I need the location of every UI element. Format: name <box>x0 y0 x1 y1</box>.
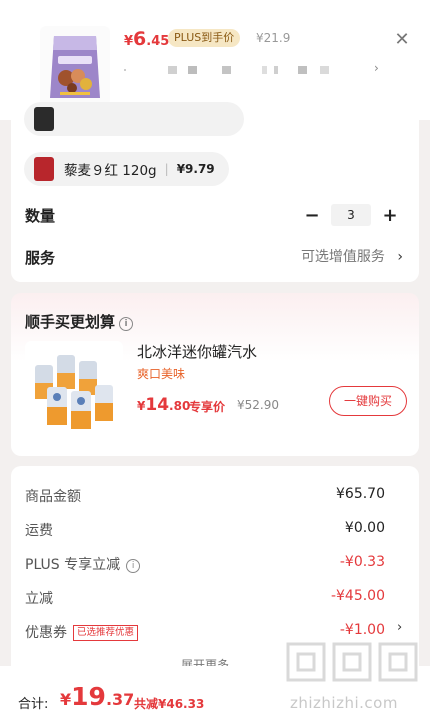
plus-price-badge: PLUS到手价 <box>168 29 241 47</box>
summary-row-coupon[interactable]: 优惠券 已选推荐优惠 -¥1.00 <box>25 622 385 642</box>
quantity-stepper: − 3 + <box>301 204 401 226</box>
price-decimal: .45 <box>146 34 170 49</box>
addon-price-integer: 14 <box>145 395 170 415</box>
total-saved: 共减¥46.33 <box>134 697 205 711</box>
summary-row-plus-discount: PLUS 专享立减 i -¥0.33 <box>25 554 385 574</box>
addon-title-text: 顺手买更划算 <box>25 313 116 331</box>
one-click-buy-button[interactable]: 一键购买 <box>329 386 407 416</box>
addon-price-decimal: .80 <box>169 399 191 413</box>
spec-option[interactable]: 藜麦９红 120g | ¥9.79 <box>24 152 229 186</box>
total-price: ¥19.37 <box>60 682 134 711</box>
addon-original-price: ¥52.90 <box>237 398 279 412</box>
spec-option-label: 藜麦９红 120g <box>64 163 157 179</box>
product-swatch-icon <box>34 157 54 181</box>
spec-option-price: ¥9.79 <box>176 162 215 176</box>
total-decimal: .37 <box>105 690 135 709</box>
total-label: 合计: <box>18 697 49 712</box>
service-value: 可选增值服务 <box>300 249 385 265</box>
close-icon[interactable]: ✕ <box>392 30 412 50</box>
summary-value: ¥65.70 <box>336 486 385 502</box>
chevron-right-icon: › <box>397 249 403 265</box>
info-icon[interactable]: i <box>119 317 134 331</box>
options-card: 藜麦９红 120g | ¥9.79 数量 − 3 + 服务 可选增值服务 › <box>11 102 419 282</box>
summary-label: PLUS 专享立减 <box>25 557 121 573</box>
summary-label: 优惠券 <box>25 625 67 641</box>
summary-row-instant-discount: 立减 -¥45.00 <box>25 588 385 608</box>
summary-value: ¥0.00 <box>344 520 385 536</box>
minus-button[interactable]: − <box>301 205 323 226</box>
service-selector[interactable]: 可选增值服务 › <box>301 246 403 266</box>
summary-value: -¥1.00 <box>339 622 385 638</box>
summary-row-subtotal: 商品金额 ¥65.70 <box>25 486 385 506</box>
total-integer: 19 <box>71 682 106 711</box>
product-swatch-icon <box>34 107 54 131</box>
total-currency: ¥ <box>60 690 72 709</box>
price-integer: 6 <box>133 28 147 50</box>
separator: | <box>164 162 169 176</box>
watermark-text: zhizhizhi.com <box>290 694 398 712</box>
purchase-sheet: ¥6.45 PLUS到手价 ¥21.9 ✕ › 藜麦９红 120g | ¥9.7… <box>0 0 430 720</box>
product-thumbnail <box>40 26 110 106</box>
addon-product-tag: 爽口美味 <box>137 367 186 381</box>
summary-label: 运费 <box>25 523 53 539</box>
selected-spec-summary[interactable]: › <box>124 61 384 76</box>
quantity-input[interactable]: 3 <box>331 204 371 226</box>
info-icon[interactable]: i <box>126 559 141 573</box>
service-label: 服务 <box>25 249 56 267</box>
addon-title: 顺手买更划算 i <box>25 311 134 332</box>
summary-label: 商品金额 <box>25 489 81 505</box>
price-currency: ¥ <box>124 34 134 49</box>
summary-label: 立减 <box>25 591 53 607</box>
current-price: ¥6.45 <box>124 28 169 50</box>
exclusive-price-label: 专享价 <box>189 400 226 414</box>
summary-row-shipping: 运费 ¥0.00 <box>25 520 385 540</box>
chevron-right-icon: › <box>374 61 379 75</box>
spec-option-partial[interactable] <box>24 102 244 136</box>
original-price: ¥21.9 <box>256 31 291 45</box>
plus-button[interactable]: + <box>379 205 401 226</box>
addon-card: 顺手买更划算 i 北冰洋迷你罐汽水 爽口美味 ¥14.80 专享价 ¥52.90… <box>11 293 419 456</box>
summary-value: -¥45.00 <box>330 588 385 604</box>
addon-price: ¥14.80 <box>137 395 190 415</box>
recommended-coupon-badge: 已选推荐优惠 <box>73 625 139 641</box>
summary-value: -¥0.33 <box>339 554 385 570</box>
addon-product-image[interactable] <box>25 341 123 439</box>
quantity-label: 数量 <box>25 207 56 225</box>
chevron-right-icon[interactable]: › <box>397 620 402 635</box>
addon-product-name[interactable]: 北冰洋迷你罐汽水 <box>137 341 257 362</box>
price-summary-card: 商品金额 ¥65.70 运费 ¥0.00 PLUS 专享立减 i -¥0.33 立… <box>11 466 419 672</box>
